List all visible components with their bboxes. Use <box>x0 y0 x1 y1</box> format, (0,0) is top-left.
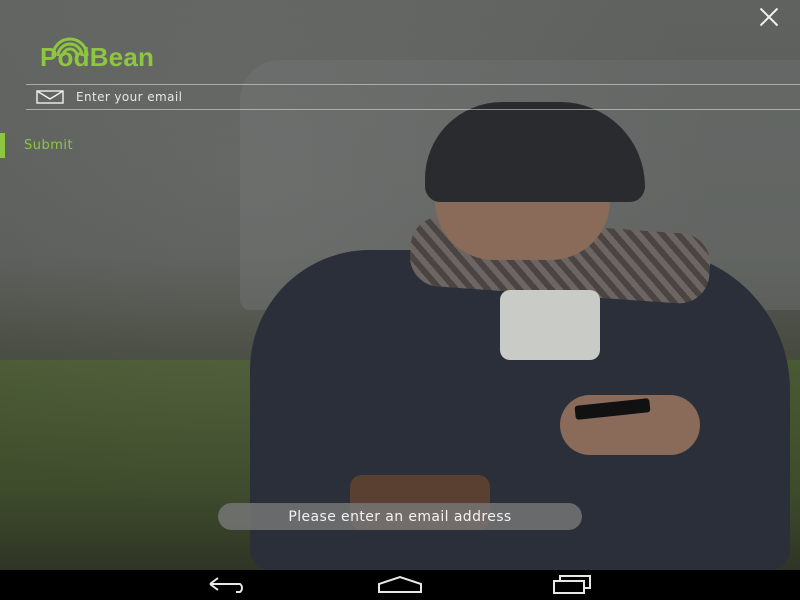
close-icon[interactable] <box>756 4 782 30</box>
back-icon <box>209 577 243 593</box>
email-input[interactable] <box>74 89 678 105</box>
logo-wordmark: PodBean <box>40 42 155 72</box>
toast-message: Please enter an email address <box>218 503 582 530</box>
submit-label: Submit <box>24 138 74 153</box>
home-button[interactable] <box>370 574 430 596</box>
submit-button[interactable]: Submit <box>0 133 205 158</box>
email-field[interactable] <box>26 84 800 110</box>
recent-apps-button[interactable] <box>541 574 601 596</box>
recent-apps-icon <box>553 575 591 594</box>
system-navbar <box>0 570 800 600</box>
toast-text: Please enter an email address <box>288 508 512 525</box>
envelope-icon <box>36 90 64 104</box>
home-icon <box>378 575 422 593</box>
back-button[interactable] <box>199 574 259 596</box>
